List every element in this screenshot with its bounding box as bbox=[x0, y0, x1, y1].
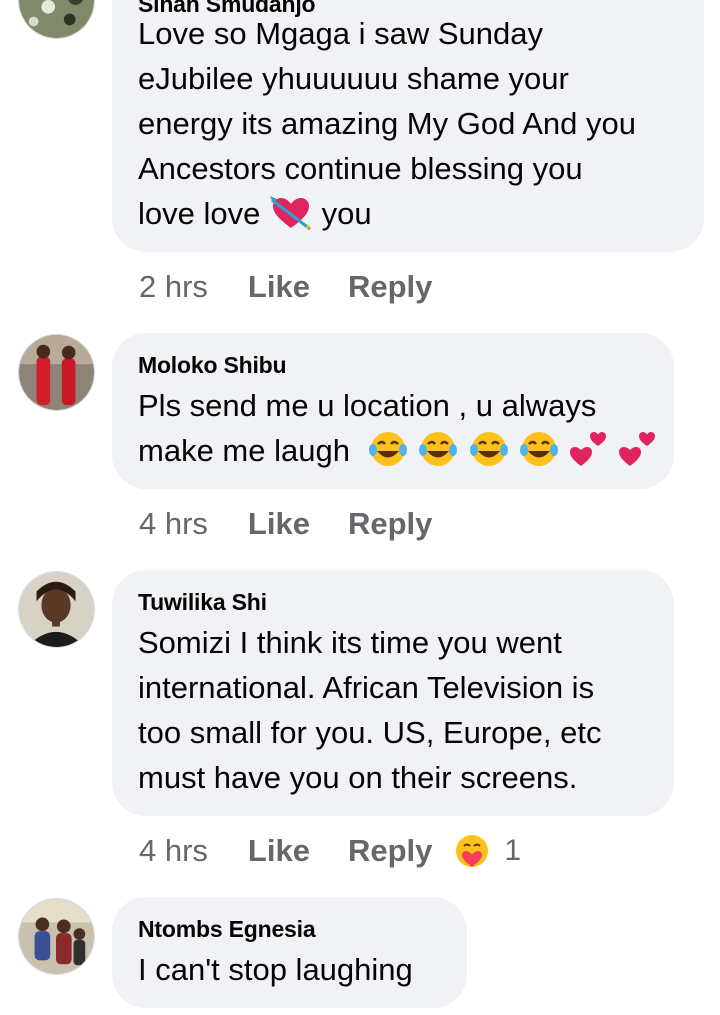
comment-line: Love so Mgaga i saw Sunday bbox=[138, 16, 543, 51]
comment-line: international. African Television is bbox=[138, 670, 595, 705]
comment-text: Pls send me u location , u always make m… bbox=[138, 383, 658, 473]
comment-line: Somizi I think its time you went bbox=[138, 625, 562, 660]
reaction-summary[interactable]: 1 bbox=[454, 833, 521, 869]
two-hearts-icon bbox=[570, 432, 607, 466]
comment-line: Pls send me u location , u always bbox=[138, 388, 597, 423]
comment-bubble: Sinah Smudanjo Love so Mgaga i saw Sunda… bbox=[112, 0, 704, 252]
avatar[interactable] bbox=[18, 571, 95, 648]
comment-actions: 4 hrs Like Reply bbox=[139, 504, 432, 544]
two-hearts-icon bbox=[618, 432, 655, 466]
comment-line: you bbox=[321, 196, 372, 231]
comment-line: I can't stop laughing bbox=[138, 952, 413, 987]
like-button[interactable]: Like bbox=[248, 269, 310, 305]
avatar[interactable] bbox=[18, 334, 95, 411]
comment-author[interactable]: Moloko Shibu bbox=[138, 352, 287, 379]
avatar[interactable] bbox=[18, 0, 95, 39]
comment-line: must have you on their screens. bbox=[138, 760, 578, 795]
comment-line: eJubilee yhuuuuuu shame your bbox=[138, 61, 569, 96]
tears-of-joy-icon bbox=[368, 432, 407, 466]
comment-line: too small for you. US, Europe, etc bbox=[138, 715, 602, 750]
comment-bubble: Ntombs Egnesia I can't stop laughing bbox=[112, 897, 467, 1008]
reply-button[interactable]: Reply bbox=[348, 833, 432, 869]
comment-author[interactable]: Tuwilika Shi bbox=[138, 589, 267, 616]
heart-with-arrow-icon bbox=[269, 196, 311, 231]
comment-bubble: Tuwilika Shi Somizi I think its time you… bbox=[112, 570, 674, 816]
like-button[interactable]: Like bbox=[248, 506, 310, 542]
comment-text: I can't stop laughing bbox=[138, 947, 413, 992]
reply-button[interactable]: Reply bbox=[348, 506, 432, 542]
like-button[interactable]: Like bbox=[248, 833, 310, 869]
comment-actions: 4 hrs Like Reply 1 bbox=[139, 831, 521, 871]
avatar[interactable] bbox=[18, 898, 95, 975]
tears-of-joy-icon bbox=[469, 432, 508, 466]
comment-line: energy its amazing My God And you bbox=[138, 106, 636, 141]
comment-bubble: Moloko Shibu Pls send me u location , u … bbox=[112, 333, 674, 489]
reply-button[interactable]: Reply bbox=[348, 269, 432, 305]
comment-line: Ancestors continue blessing you bbox=[138, 151, 583, 186]
comment-timestamp[interactable]: 4 hrs bbox=[139, 506, 208, 542]
care-reaction-icon bbox=[456, 835, 489, 867]
tears-of-joy-icon bbox=[520, 432, 559, 466]
comment-text: Love so Mgaga i saw Sunday eJubilee yhuu… bbox=[138, 11, 636, 236]
comment-line: love love bbox=[138, 196, 261, 231]
comment-text: Somizi I think its time you went interna… bbox=[138, 620, 602, 800]
reaction-count: 1 bbox=[504, 834, 522, 867]
comment-timestamp[interactable]: 4 hrs bbox=[139, 833, 208, 869]
comment-actions: 2 hrs Like Reply bbox=[139, 267, 432, 307]
tears-of-joy-icon bbox=[419, 432, 458, 466]
comment-line: make me laugh bbox=[138, 433, 350, 468]
comment-timestamp[interactable]: 2 hrs bbox=[139, 269, 208, 305]
comment-author[interactable]: Ntombs Egnesia bbox=[138, 916, 316, 943]
